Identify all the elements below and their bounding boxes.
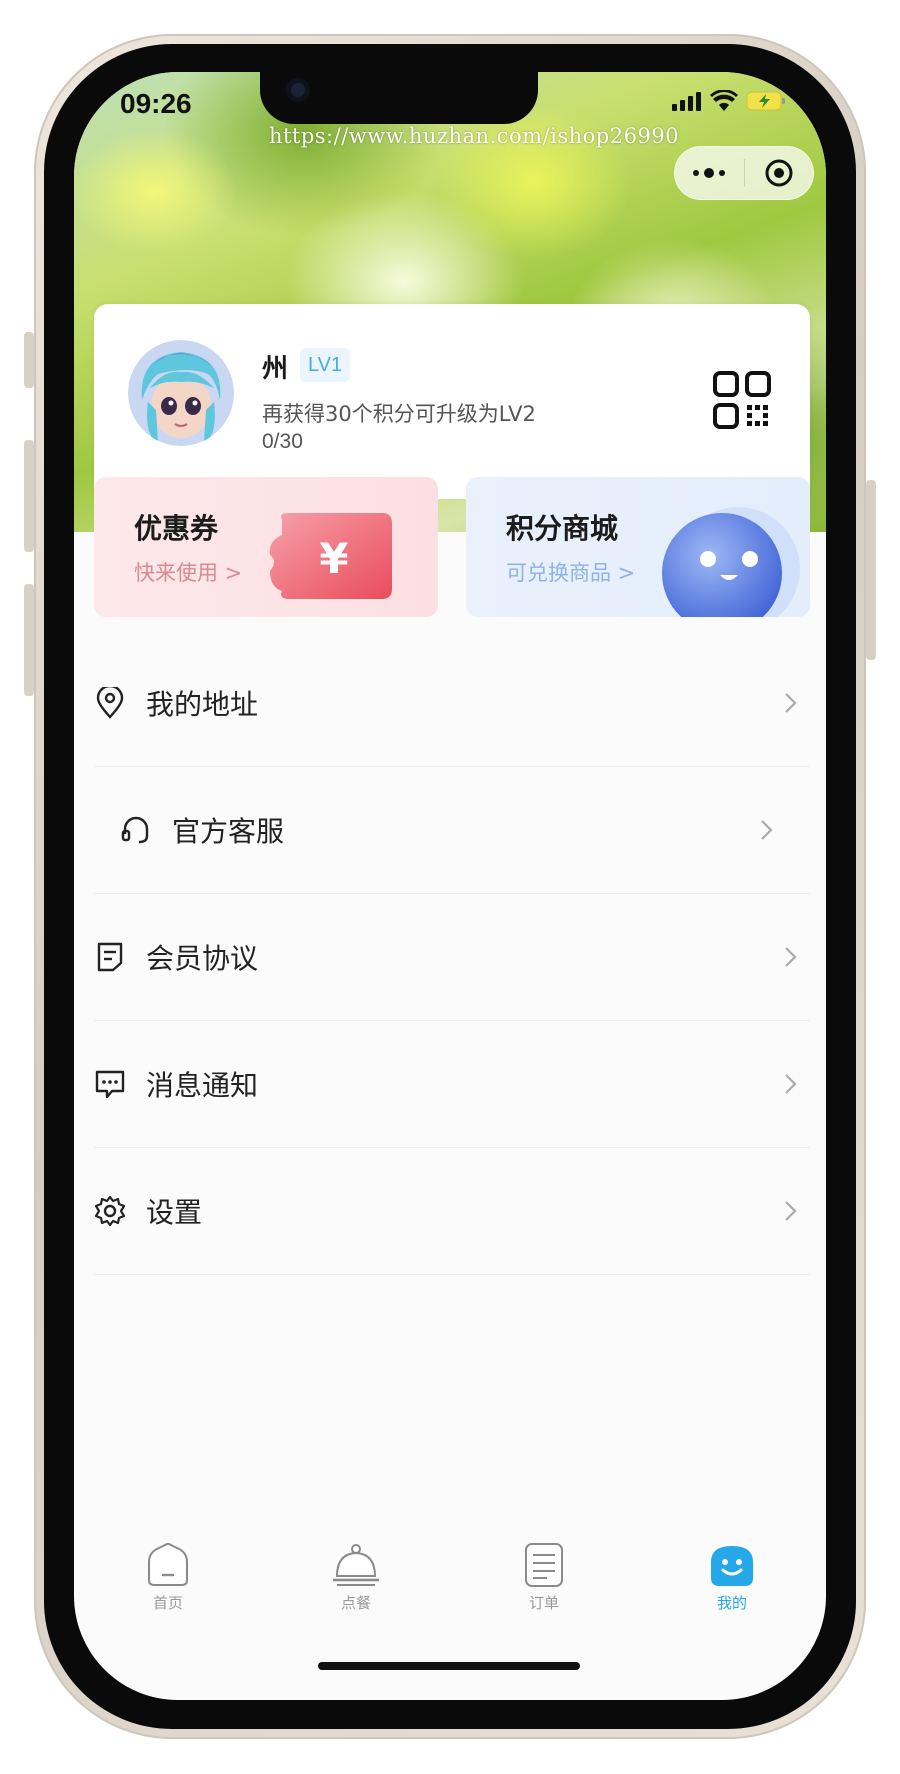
coupon-yen-symbol: ¥: [319, 534, 348, 583]
chevron-right-icon: [761, 820, 773, 840]
home-icon: [148, 1543, 188, 1586]
wifi-icon: [710, 90, 738, 111]
avatar[interactable]: [128, 340, 234, 446]
device-stage: 09:26 https://www.huzhan.com/ishop26990: [0, 0, 900, 1774]
power-button: [866, 480, 876, 660]
volume-up-button: [24, 440, 34, 552]
tab-order-food[interactable]: 点餐: [262, 1540, 450, 1640]
more-dots-icon: [693, 168, 726, 178]
points-mall-card[interactable]: 积分商城 可兑换商品 >: [466, 477, 810, 617]
menu-item-member-agreement[interactable]: 会员协议: [94, 894, 810, 1021]
food-cloche-icon: [333, 1544, 379, 1586]
menu-item-label: 会员协议: [146, 942, 259, 975]
chevron-right-icon: [785, 693, 797, 713]
tab-mine[interactable]: 我的: [638, 1540, 826, 1640]
menu-item-address[interactable]: 我的地址: [94, 640, 810, 767]
mall-title: 积分商城: [506, 512, 619, 545]
menu-item-label: 设置: [146, 1196, 203, 1229]
bottom-tab-bar: 首页 点餐 订单 我的: [74, 1540, 826, 1640]
profile-card: 州 LV1 再获得30个积分可升级为LV2 0/30: [94, 304, 810, 499]
tab-orders[interactable]: 订单: [450, 1540, 638, 1640]
status-time: 09:26: [120, 88, 192, 119]
mall-subtitle: 可兑换商品 >: [506, 561, 636, 585]
username: 州: [262, 354, 289, 384]
message-icon: [94, 1068, 126, 1100]
signal-icon: [672, 92, 701, 111]
app-screen: 09:26 https://www.huzhan.com/ishop26990: [74, 72, 826, 1700]
battery-charging-icon: [746, 91, 785, 111]
menu-item-label: 消息通知: [146, 1069, 259, 1102]
coupon-subtitle: 快来使用 >: [134, 561, 243, 585]
home-indicator[interactable]: [318, 1662, 580, 1670]
tab-label: 订单: [528, 1594, 559, 1612]
menu-item-label: 官方客服: [172, 815, 285, 848]
menu-item-notifications[interactable]: 消息通知: [94, 1021, 810, 1148]
volume-down-button: [24, 584, 34, 696]
target-close-icon: [765, 159, 793, 187]
tab-label: 点餐: [340, 1594, 371, 1612]
smiley-icon: [711, 1546, 753, 1586]
menu-item-label: 我的地址: [146, 688, 259, 721]
mute-switch: [24, 332, 34, 388]
coupon-ticket-icon: ¥: [269, 513, 392, 599]
chevron-right-icon: [785, 1201, 797, 1221]
avatar-image: [128, 340, 234, 446]
location-pin-icon: [94, 687, 126, 719]
gear-icon: [94, 1195, 126, 1227]
chevron-right-icon: [785, 947, 797, 967]
menu-item-customer-service[interactable]: 官方客服: [94, 767, 810, 894]
menu-item-settings[interactable]: 设置: [94, 1148, 810, 1275]
level-badge: LV1: [300, 348, 351, 382]
order-list-icon: [525, 1543, 563, 1587]
smiley-ball-icon: [662, 507, 800, 617]
upgrade-hint: 再获得30个积分可升级为LV2: [262, 402, 536, 426]
tab-label: 首页: [152, 1594, 183, 1612]
mini-program-capsule: [674, 146, 814, 200]
headset-icon: [120, 814, 152, 846]
points-progress: 0/30: [262, 430, 303, 453]
settings-menu: 我的地址 官方客服 会员协议 消息通知 设置: [94, 640, 810, 1275]
watermark-url: https://www.huzhan.com/ishop26990: [268, 124, 680, 148]
coupon-title: 优惠券: [134, 512, 219, 545]
close-mini-program-button[interactable]: [745, 146, 814, 200]
qr-code-icon[interactable]: [712, 370, 772, 430]
camera-icon: [286, 78, 310, 102]
more-button[interactable]: [675, 146, 744, 200]
document-icon: [94, 941, 126, 973]
tab-label: 我的: [716, 1594, 747, 1612]
tab-home[interactable]: 首页: [74, 1540, 262, 1640]
status-icons: [672, 90, 786, 112]
coupon-card[interactable]: 优惠券 快来使用 > ¥: [94, 477, 438, 617]
chevron-right-icon: [785, 1074, 797, 1094]
